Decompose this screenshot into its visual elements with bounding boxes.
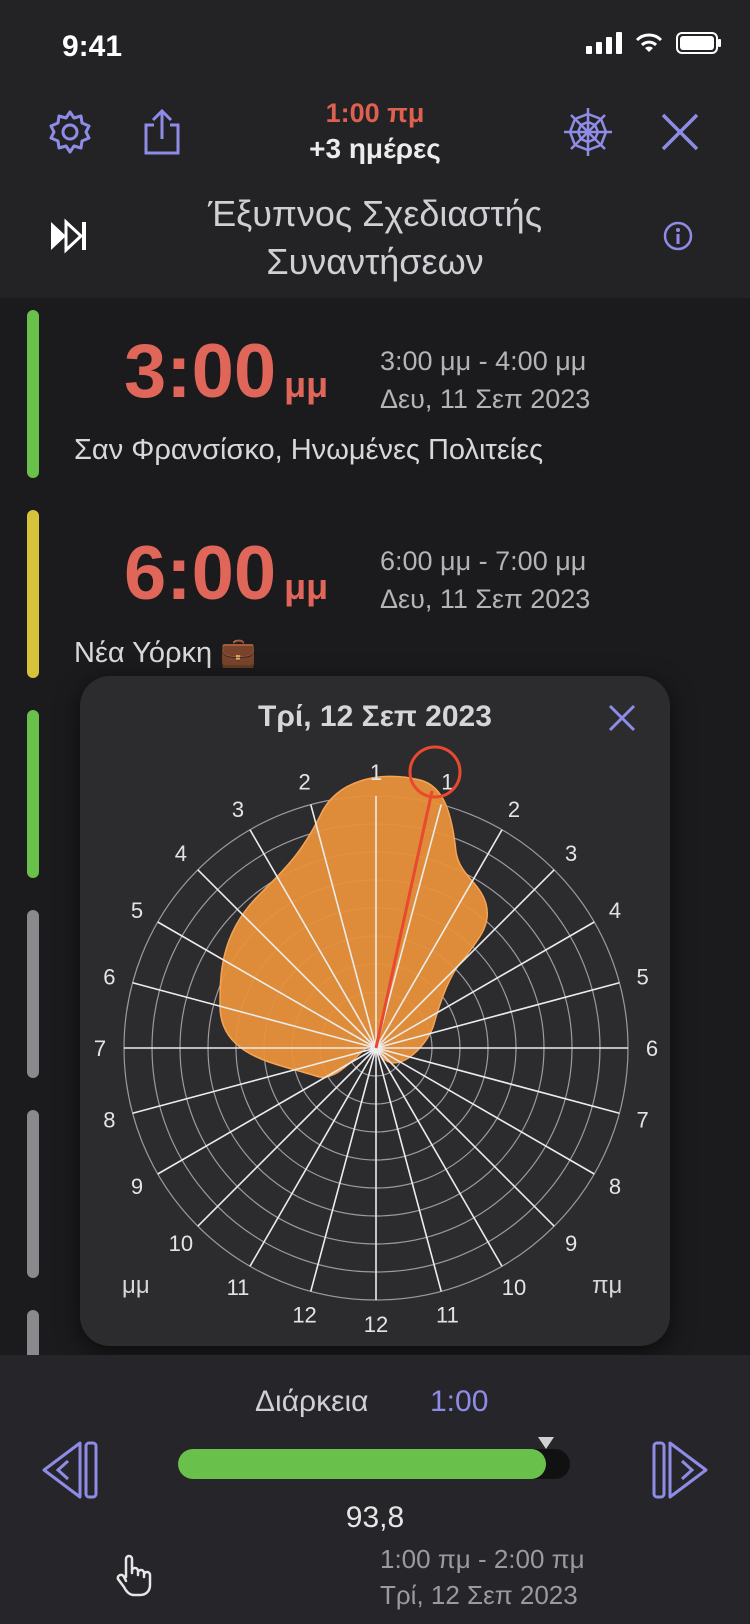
event-place: Σαν Φρανσίσκο, Ηνωμένες Πολιτείες bbox=[74, 434, 544, 466]
event-time-value: 6:00 bbox=[124, 531, 277, 616]
dial-hour-label: 8 bbox=[103, 1107, 115, 1132]
dial-spoke bbox=[375, 1047, 442, 1292]
close-button[interactable] bbox=[650, 102, 710, 162]
previous-button[interactable] bbox=[34, 1435, 104, 1505]
dial-hour-label: 2 bbox=[298, 769, 310, 794]
dial-hour-label: 3 bbox=[232, 797, 244, 822]
header: 1:00 πμ +3 ημέρες Έξυπνος Σχεδιαστής Συν… bbox=[0, 90, 750, 298]
wifi-icon bbox=[635, 33, 663, 52]
dial-hour-label: 9 bbox=[565, 1231, 577, 1256]
close-icon bbox=[608, 704, 636, 732]
duration-footer: Διάρκεια 1:00 93,8 1:00 πμ - 2:00 πμ Τρί… bbox=[0, 1355, 750, 1624]
dial-hour-label: 4 bbox=[175, 841, 187, 866]
selected-time: 1:00 πμ bbox=[325, 98, 425, 128]
score-slider-fill bbox=[178, 1449, 546, 1479]
fast-forward-icon bbox=[51, 218, 86, 254]
score-slider-thumb[interactable] bbox=[537, 1437, 554, 1449]
event-time-big[interactable]: 6:00 μμ bbox=[124, 530, 328, 617]
status-bar: 9:41 bbox=[0, 0, 750, 90]
dial-spoke bbox=[132, 1047, 377, 1114]
status-time: 9:41 bbox=[62, 30, 123, 63]
dial-hour-label: 12 bbox=[364, 1312, 388, 1337]
pm-label: μμ bbox=[122, 1272, 150, 1299]
event-date: Δευ, 11 Σεπ 2023 bbox=[380, 384, 591, 414]
dial-spoke bbox=[310, 1047, 377, 1292]
dial-spoke bbox=[375, 1047, 620, 1114]
info-icon bbox=[663, 221, 693, 251]
dial-spoke bbox=[197, 1047, 377, 1227]
event-color-bar bbox=[27, 310, 39, 478]
event-date: Δευ, 11 Σεπ 2023 bbox=[380, 584, 591, 614]
event-range-text: 6:00 μμ - 7:00 μμ bbox=[380, 546, 587, 576]
forward-icon bbox=[652, 1441, 708, 1499]
page-title: Έξυπνος Σχεδιαστής Συναντήσεων bbox=[207, 193, 543, 282]
dial-hour-label: 5 bbox=[636, 965, 648, 990]
info-button[interactable] bbox=[648, 206, 708, 266]
event-ampm: μμ bbox=[284, 566, 329, 607]
web-view-button[interactable] bbox=[558, 102, 618, 162]
rewind-icon bbox=[42, 1441, 98, 1499]
dial-hour-label: 1 bbox=[370, 760, 382, 785]
event-ampm: μμ bbox=[284, 364, 329, 405]
event-range-text: 3:00 μμ - 4:00 μμ bbox=[380, 346, 587, 376]
dial-hour-label: 12 bbox=[292, 1303, 316, 1328]
event-range: 3:00 μμ - 4:00 μμ Δευ, 11 Σεπ 2023 bbox=[380, 342, 590, 418]
am-label: πμ bbox=[592, 1272, 623, 1299]
day-offset: +3 ημέρες bbox=[309, 133, 441, 164]
dial-hour-label: 10 bbox=[169, 1231, 193, 1256]
bottom-event-date: Τρί, 12 Σεπ 2023 bbox=[380, 1580, 578, 1610]
dial-hour-label: 2 bbox=[508, 797, 520, 822]
score-slider[interactable] bbox=[178, 1437, 570, 1479]
share-button[interactable] bbox=[132, 102, 192, 162]
spiderweb-icon bbox=[564, 108, 612, 156]
popup-title: Τρί, 12 Σεπ 2023 bbox=[258, 700, 492, 733]
time-offset-display: 1:00 πμ +3 ημέρες bbox=[225, 98, 525, 165]
duration-value[interactable]: 1:00 bbox=[430, 1385, 488, 1419]
dial-spoke bbox=[375, 1047, 555, 1227]
share-icon bbox=[144, 109, 180, 155]
dial-hour-label: 10 bbox=[502, 1275, 526, 1300]
event-time-big[interactable]: 3:00 μμ bbox=[124, 328, 328, 415]
event-color-bar bbox=[27, 1310, 39, 1355]
skip-forward-button[interactable] bbox=[38, 206, 98, 266]
event-color-bar bbox=[27, 510, 39, 678]
dial-hour-label: 6 bbox=[646, 1036, 658, 1061]
gear-icon bbox=[49, 110, 91, 154]
hour-dial-chart[interactable]: 12345678910111212111098765432 1 bbox=[80, 676, 670, 1346]
dial-hour-label: 9 bbox=[131, 1174, 143, 1199]
event-color-bar bbox=[27, 710, 39, 878]
dial-hour-label: 11 bbox=[436, 1303, 459, 1328]
signal-icon bbox=[586, 32, 622, 54]
dial-hour-label: 4 bbox=[609, 898, 621, 923]
close-icon bbox=[661, 113, 699, 151]
status-icons bbox=[586, 32, 722, 54]
popup-close-button[interactable] bbox=[602, 698, 642, 738]
duration-label: Διάρκεια bbox=[255, 1385, 369, 1418]
day-score-popup: 1 2 3 4 5 6 7 8 9 10 11 12 12 11 10 9 8 7 6 5 4 3 2 1 Τρί, 12 Σ… bbox=[80, 676, 670, 1346]
hand-pointer-icon bbox=[114, 1553, 154, 1602]
dial-hour-label: 11 bbox=[227, 1275, 250, 1300]
event-color-bar bbox=[27, 910, 39, 1078]
settings-button[interactable] bbox=[40, 102, 100, 162]
event-color-bar bbox=[27, 1110, 39, 1278]
dial-hour-label: 7 bbox=[94, 1036, 106, 1061]
event-range: 6:00 μμ - 7:00 μμ Δευ, 11 Σεπ 2023 bbox=[380, 542, 590, 618]
dial-hour-label: 8 bbox=[609, 1174, 621, 1199]
dial-hour-label: 7 bbox=[636, 1107, 648, 1132]
next-button[interactable] bbox=[646, 1435, 716, 1505]
event-place: Νέα Υόρκη 💼 bbox=[74, 637, 257, 669]
score-value: 93,8 bbox=[345, 1501, 405, 1534]
battery-icon bbox=[676, 32, 721, 54]
dial-hour-label: 6 bbox=[103, 965, 115, 990]
event-time-value: 3:00 bbox=[124, 329, 277, 414]
bottom-event-range: 1:00 πμ - 2:00 πμ bbox=[380, 1544, 585, 1574]
dial-hour-label: 3 bbox=[565, 841, 577, 866]
dial-hour-label: 5 bbox=[131, 898, 143, 923]
